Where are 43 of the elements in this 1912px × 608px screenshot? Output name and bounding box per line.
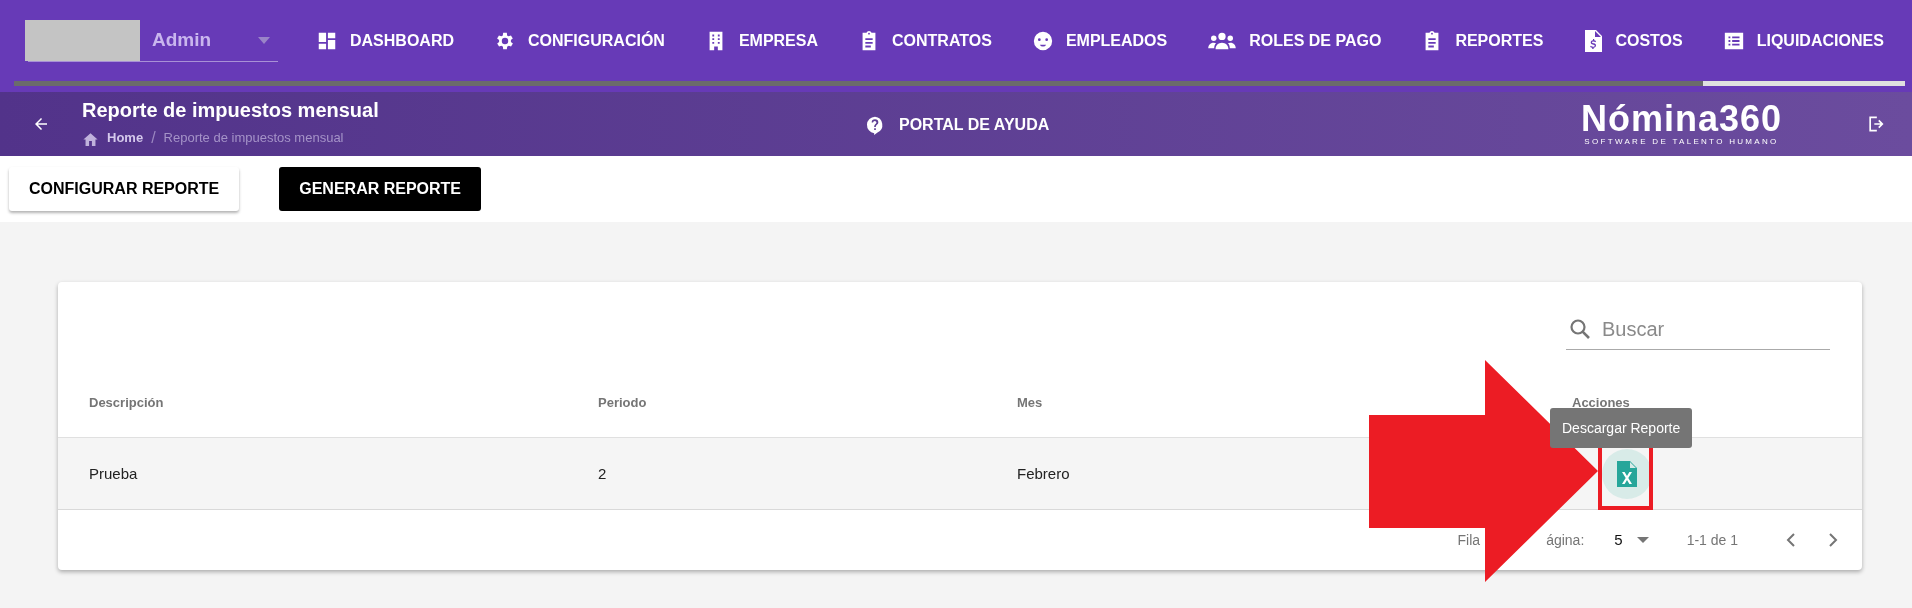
- table-cell: 2: [598, 464, 607, 482]
- chevron-right-icon[interactable]: [1828, 533, 1838, 547]
- column-header: Periodo: [598, 394, 647, 410]
- nav-tab[interactable]: CONFIGURACIÓN: [474, 0, 685, 86]
- rows-per-page-select[interactable]: 5: [1614, 528, 1649, 552]
- breadcrumb-link[interactable]: Home: [107, 128, 144, 148]
- user-name[interactable]: Admin: [152, 26, 212, 55]
- column-header: Descripción: [89, 394, 164, 410]
- face-icon: [1031, 29, 1054, 52]
- nav-tab[interactable]: REPORTES: [1401, 0, 1564, 86]
- download-tooltip: Descargar Reporte: [1550, 408, 1693, 448]
- home-icon: [82, 130, 99, 146]
- rows-per-page-label: ágina:: [1546, 530, 1585, 550]
- nav-tab[interactable]: ROLES DE PAGO: [1187, 0, 1402, 86]
- table-cell: Prueba: [89, 464, 138, 482]
- logout-icon[interactable]: [1866, 114, 1886, 134]
- nav-tab[interactable]: CONTRATOS: [838, 0, 1012, 86]
- nav-tab[interactable]: DASHBOARD: [296, 0, 474, 86]
- nav-tab[interactable]: EMPRESA: [684, 0, 838, 86]
- action-button[interactable]: GENERAR REPORTE: [279, 167, 482, 211]
- action-button[interactable]: CONFIGURAR REPORTE: [9, 167, 240, 211]
- caret-down-icon: [1636, 537, 1649, 543]
- chevron-left-icon[interactable]: [1786, 533, 1796, 547]
- excel-file-icon: [1617, 461, 1637, 487]
- help-icon: [865, 114, 885, 136]
- nav-tab[interactable]: COSTOS: [1563, 0, 1703, 86]
- page-range: 1-1 de 1: [1686, 530, 1738, 550]
- nav-tab[interactable]: EMPLEADOS: [1011, 0, 1188, 86]
- document-icon: [1583, 28, 1604, 53]
- page-title: Reporte de impuestos mensual: [82, 98, 379, 122]
- rows-per-page-label: Fila: [1457, 530, 1481, 550]
- caret-down-icon[interactable]: [258, 37, 270, 44]
- search-icon: [1568, 316, 1592, 341]
- nav-tab[interactable]: LIQUIDACIONES: [1702, 0, 1904, 86]
- logo: Nómina360 SOFTWARE DE TALENTO HUMANO: [1580, 101, 1782, 147]
- column-header: Mes: [1017, 394, 1043, 410]
- breadcrumb-separator: /: [151, 128, 156, 148]
- table-cell: Febrero: [1017, 464, 1070, 482]
- search-field[interactable]: Buscar: [1602, 313, 1802, 344]
- help-portal-link[interactable]: PORTAL DE AYUDA: [865, 113, 1050, 137]
- column-header: Acciones: [1572, 394, 1630, 410]
- breadcrumb-current: Reporte de impuestos mensual: [163, 129, 344, 148]
- download-excel-button[interactable]: [1602, 449, 1652, 499]
